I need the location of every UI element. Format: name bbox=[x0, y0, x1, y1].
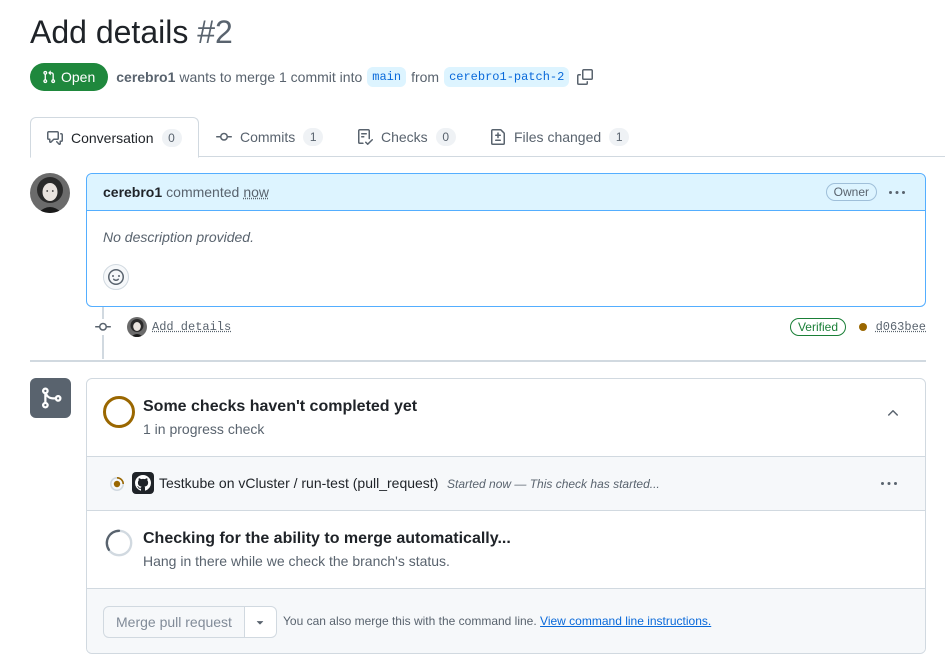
tab-conversation-count: 0 bbox=[161, 128, 182, 147]
git-pull-request-icon bbox=[43, 70, 56, 84]
tab-checks[interactable]: Checks 0 bbox=[357, 117, 456, 157]
kebab-horizontal-icon[interactable] bbox=[887, 185, 907, 201]
checklist-icon bbox=[358, 129, 373, 145]
checks-summary[interactable]: Some checks haven't completed yet 1 in p… bbox=[87, 379, 925, 457]
merge-action-area: Merge pull request You can also merge th… bbox=[87, 589, 925, 653]
tab-files-changed[interactable]: Files changed 1 bbox=[490, 117, 630, 157]
commit-row: Add details Verified d063bee bbox=[95, 317, 926, 337]
git-commit-icon bbox=[95, 319, 111, 335]
mergeability-subtitle: Hang in there while we check the branch'… bbox=[143, 553, 450, 569]
smiley-icon[interactable] bbox=[103, 264, 129, 290]
git-commit-icon bbox=[216, 132, 232, 141]
commit-sha-link[interactable]: d063bee bbox=[876, 320, 926, 334]
state-badge: Open bbox=[30, 63, 109, 91]
owner-badge: Owner bbox=[825, 183, 877, 201]
pr-author-link[interactable]: cerebro1 bbox=[116, 69, 175, 85]
commit-status-dot[interactable] bbox=[859, 323, 867, 331]
pending-ring-icon bbox=[103, 396, 135, 428]
state-label: Open bbox=[61, 69, 96, 85]
comment-action: commented bbox=[166, 184, 240, 200]
merge-note: You can also merge this with the command… bbox=[283, 614, 711, 628]
pr-title: Add details #2 bbox=[30, 14, 233, 51]
pr-title-text: Add details bbox=[30, 14, 189, 50]
timeline-divider bbox=[30, 360, 926, 362]
kebab-horizontal-icon[interactable] bbox=[879, 476, 899, 492]
check-run-description: Started now — This check has started... bbox=[447, 477, 660, 491]
pr-state-row: Open cerebro1 wants to merge 1 commit in… bbox=[30, 63, 594, 91]
merge-text: wants to merge 1 commit into bbox=[179, 69, 363, 85]
spinner-icon bbox=[104, 528, 134, 558]
checks-subtitle: 1 in progress check bbox=[143, 421, 265, 437]
commit-avatar[interactable] bbox=[127, 317, 147, 337]
tab-commits[interactable]: Commits 1 bbox=[216, 117, 324, 157]
merge-note-text: You can also merge this with the command… bbox=[283, 614, 537, 628]
pr-tabs: Conversation 0 Commits 1 Checks 0 Files … bbox=[30, 117, 945, 158]
comment-author[interactable]: cerebro1 bbox=[103, 184, 162, 200]
pr-number: #2 bbox=[197, 14, 233, 50]
comment-discussion-icon bbox=[47, 130, 63, 145]
copy-icon[interactable] bbox=[577, 69, 594, 85]
tab-files-changed-label: Files changed bbox=[514, 129, 602, 145]
from-text: from bbox=[411, 69, 440, 85]
comment-header: cerebro1 commented now Owner bbox=[87, 174, 925, 211]
commit-message-link[interactable]: Add details bbox=[152, 320, 231, 334]
base-branch[interactable]: main bbox=[367, 67, 407, 87]
github-app-icon bbox=[132, 472, 154, 494]
comment-time[interactable]: now bbox=[243, 184, 269, 200]
tab-checks-label: Checks bbox=[381, 129, 428, 145]
tab-commits-count: 1 bbox=[303, 128, 324, 146]
tab-conversation-label: Conversation bbox=[71, 129, 154, 146]
mergeability-status: Checking for the ability to merge automa… bbox=[87, 511, 925, 589]
avatar[interactable] bbox=[30, 173, 70, 213]
tab-checks-count: 0 bbox=[435, 128, 456, 146]
file-diff-icon bbox=[491, 129, 505, 145]
merge-button-group: Merge pull request bbox=[103, 606, 277, 638]
comment-box: cerebro1 commented now Owner No descript… bbox=[86, 173, 926, 307]
command-line-instructions-link[interactable]: View command line instructions. bbox=[540, 614, 711, 628]
check-run-row[interactable]: Testkube on vCluster / run-test (pull_re… bbox=[87, 457, 925, 511]
check-run-name[interactable]: Testkube on vCluster / run-test (pull_re… bbox=[159, 475, 438, 491]
triangle-down-icon[interactable] bbox=[244, 606, 277, 638]
merge-pull-request-button[interactable]: Merge pull request bbox=[103, 606, 245, 638]
merge-box: Some checks haven't completed yet 1 in p… bbox=[86, 378, 926, 654]
verified-badge[interactable]: Verified bbox=[789, 318, 846, 336]
in-progress-icon bbox=[109, 476, 125, 492]
git-merge-icon bbox=[30, 378, 71, 418]
comment-body: No description provided. bbox=[103, 229, 254, 245]
mergeability-title: Checking for the ability to merge automa… bbox=[143, 530, 511, 547]
head-branch[interactable]: cerebro1-patch-2 bbox=[444, 67, 570, 87]
tab-conversation[interactable]: Conversation 0 bbox=[30, 117, 199, 158]
checks-title: Some checks haven't completed yet bbox=[143, 398, 418, 415]
chevron-up-icon[interactable] bbox=[885, 405, 901, 421]
tab-commits-label: Commits bbox=[240, 129, 296, 145]
tab-files-changed-count: 1 bbox=[609, 128, 630, 146]
